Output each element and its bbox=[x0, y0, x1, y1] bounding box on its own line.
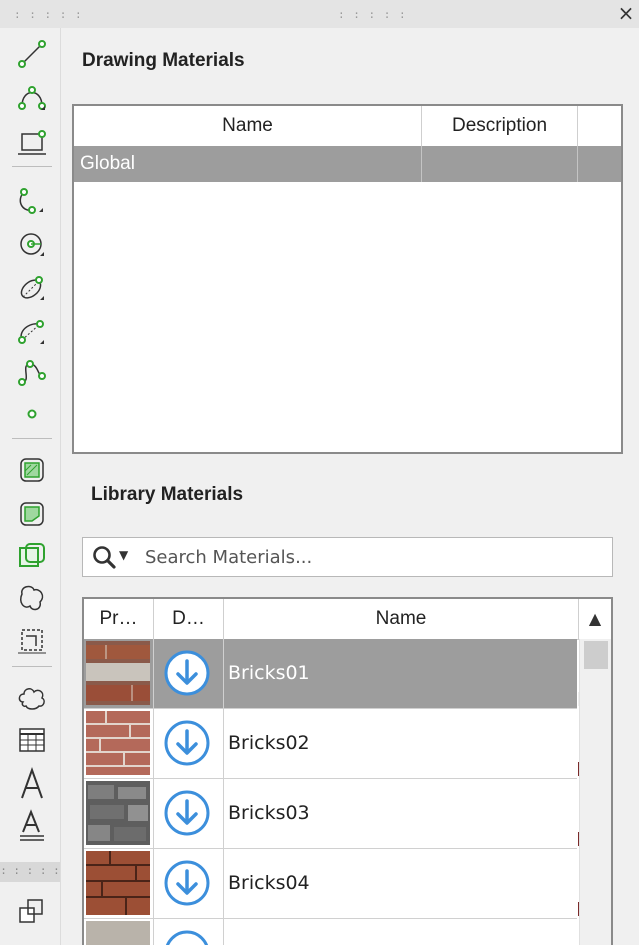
drawing-materials-header: Name Description bbox=[74, 106, 621, 147]
grip-handle-left[interactable]: : : : : : bbox=[14, 8, 83, 21]
cloud-icon[interactable] bbox=[14, 680, 50, 716]
library-materials-table: Pr… D… Name ▲ Bricks01 Bricks02 Bricks03 bbox=[82, 597, 613, 945]
column-header-name[interactable]: Name bbox=[74, 106, 422, 146]
texture-thumbnail bbox=[86, 921, 150, 945]
table-row[interactable] bbox=[84, 919, 577, 945]
table-row[interactable]: Bricks01 bbox=[84, 639, 577, 709]
download-cell bbox=[154, 849, 224, 918]
material-name-cell: Global bbox=[74, 146, 422, 182]
line-icon[interactable] bbox=[14, 36, 50, 72]
rectangle-icon[interactable] bbox=[14, 124, 50, 160]
download-icon[interactable] bbox=[163, 929, 211, 945]
library-materials-title: Library Materials bbox=[91, 484, 244, 505]
table-row[interactable]: Bricks04 bbox=[84, 849, 577, 919]
material-name: Bricks01 bbox=[228, 662, 310, 684]
brick-texture-thumbnail bbox=[86, 851, 150, 915]
column-header-description[interactable]: Description bbox=[422, 106, 578, 146]
table-row[interactable]: Bricks02 bbox=[84, 709, 577, 779]
scrollbar-thumb[interactable] bbox=[584, 641, 608, 669]
library-materials-header: Pr… D… Name bbox=[84, 599, 611, 640]
download-cell bbox=[154, 639, 224, 708]
panel-title-bar[interactable]: : : : : : : : : : : × bbox=[0, 0, 639, 28]
arc-icon[interactable] bbox=[14, 182, 50, 218]
column-header-filler bbox=[578, 106, 621, 146]
search-input[interactable] bbox=[145, 542, 595, 572]
search-box[interactable]: ▼ bbox=[82, 537, 613, 577]
download-cell bbox=[154, 919, 224, 945]
table-row[interactable]: Global bbox=[74, 146, 621, 182]
ellipse-icon[interactable] bbox=[14, 270, 50, 306]
draw-toolbar: : : : : : bbox=[0, 28, 61, 945]
drawing-materials-table: Name Description Global bbox=[72, 104, 623, 454]
brick-texture-thumbnail bbox=[86, 641, 150, 705]
revision-cloud-icon[interactable] bbox=[14, 580, 50, 616]
brick-texture-thumbnail bbox=[86, 711, 150, 775]
elliptical-arc-icon[interactable] bbox=[14, 314, 50, 350]
material-description-cell bbox=[422, 146, 578, 182]
single-line-text-icon[interactable] bbox=[14, 808, 50, 844]
table-row[interactable]: Bricks03 bbox=[84, 779, 577, 849]
circle-icon[interactable] bbox=[14, 226, 50, 262]
column-header-name[interactable]: Name bbox=[224, 599, 579, 639]
multiline-text-icon[interactable] bbox=[14, 766, 50, 802]
boundary-icon[interactable] bbox=[14, 538, 50, 574]
spline-icon[interactable] bbox=[14, 354, 50, 390]
drawing-materials-title: Drawing Materials bbox=[82, 50, 245, 71]
column-header-download[interactable]: D… bbox=[154, 599, 224, 639]
material-name: Bricks04 bbox=[228, 872, 310, 894]
column-header-preview[interactable]: Pr… bbox=[84, 599, 154, 639]
material-name: Bricks02 bbox=[228, 732, 310, 754]
stone-texture-thumbnail bbox=[86, 781, 150, 845]
wipeout-icon[interactable] bbox=[14, 622, 50, 658]
preview-cell bbox=[84, 639, 154, 708]
download-icon[interactable] bbox=[163, 789, 211, 837]
region-icon[interactable] bbox=[14, 496, 50, 532]
block-icon[interactable] bbox=[14, 894, 50, 930]
download-icon[interactable] bbox=[163, 719, 211, 767]
material-name bbox=[224, 919, 579, 945]
preview-cell bbox=[84, 709, 154, 778]
close-button[interactable]: × bbox=[615, 2, 637, 24]
grip-handle-center[interactable]: : : : : : bbox=[338, 8, 407, 21]
download-cell bbox=[154, 709, 224, 778]
download-cell bbox=[154, 779, 224, 848]
scroll-up-button[interactable]: ▲ bbox=[579, 599, 611, 639]
point-icon[interactable] bbox=[14, 396, 50, 432]
download-icon[interactable] bbox=[163, 649, 211, 697]
material-name: Bricks03 bbox=[228, 802, 310, 824]
table-icon[interactable] bbox=[14, 722, 50, 758]
download-icon[interactable] bbox=[163, 859, 211, 907]
chevron-down-icon[interactable]: ▼ bbox=[119, 548, 128, 562]
search-icon[interactable] bbox=[91, 544, 117, 570]
toolbar-grip-handle[interactable]: : : : : : bbox=[0, 862, 60, 882]
preview-cell bbox=[84, 919, 154, 945]
preview-cell bbox=[84, 779, 154, 848]
polyline-icon[interactable] bbox=[14, 80, 50, 116]
preview-cell bbox=[84, 849, 154, 918]
hatch-icon[interactable] bbox=[14, 452, 50, 488]
vertical-scrollbar[interactable] bbox=[579, 639, 611, 945]
